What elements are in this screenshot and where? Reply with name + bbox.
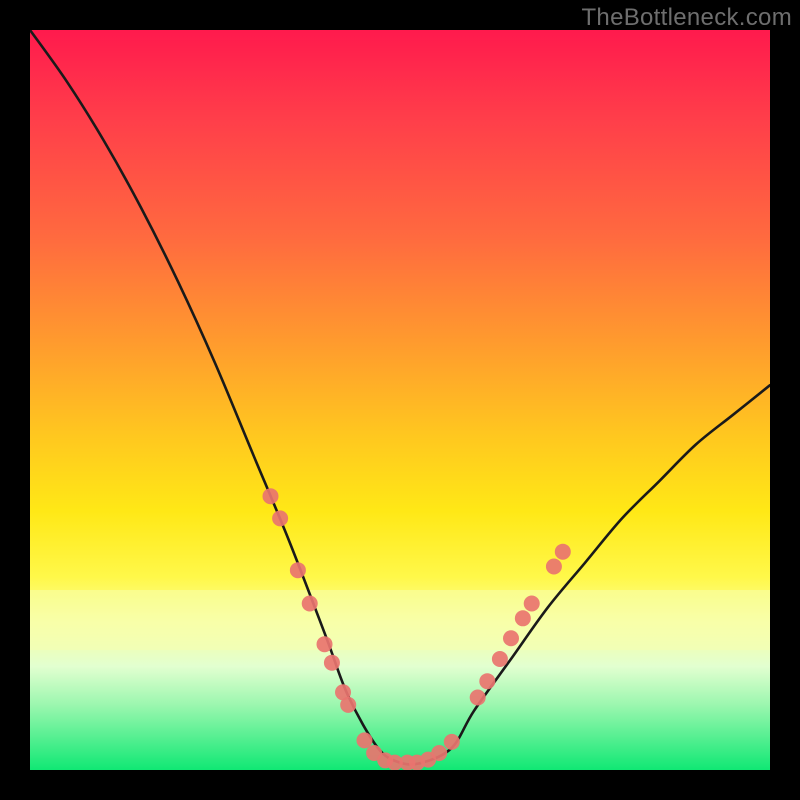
curve-dot	[431, 745, 447, 761]
curve-dot	[290, 562, 306, 578]
curve-dot	[302, 596, 318, 612]
curve-dot	[524, 596, 540, 612]
watermark-text: TheBottleneck.com	[581, 4, 792, 32]
curve-dot	[479, 673, 495, 689]
curve-dot	[317, 636, 333, 652]
curve-dot	[492, 651, 508, 667]
glow-band	[30, 590, 770, 650]
chart-frame: TheBottleneck.com	[0, 0, 800, 800]
curve-dot	[470, 689, 486, 705]
plot-area	[30, 30, 770, 770]
curve-dot	[555, 544, 571, 560]
chart-svg	[30, 30, 770, 770]
curve-dot	[503, 630, 519, 646]
curve-dot	[356, 732, 372, 748]
bottleneck-curve	[30, 30, 770, 764]
curve-dot	[324, 655, 340, 671]
curve-dot	[272, 510, 288, 526]
curve-dot	[515, 610, 531, 626]
curve-dot	[340, 697, 356, 713]
curve-dot	[263, 488, 279, 504]
curve-dot	[444, 734, 460, 750]
curve-dot	[546, 559, 562, 575]
